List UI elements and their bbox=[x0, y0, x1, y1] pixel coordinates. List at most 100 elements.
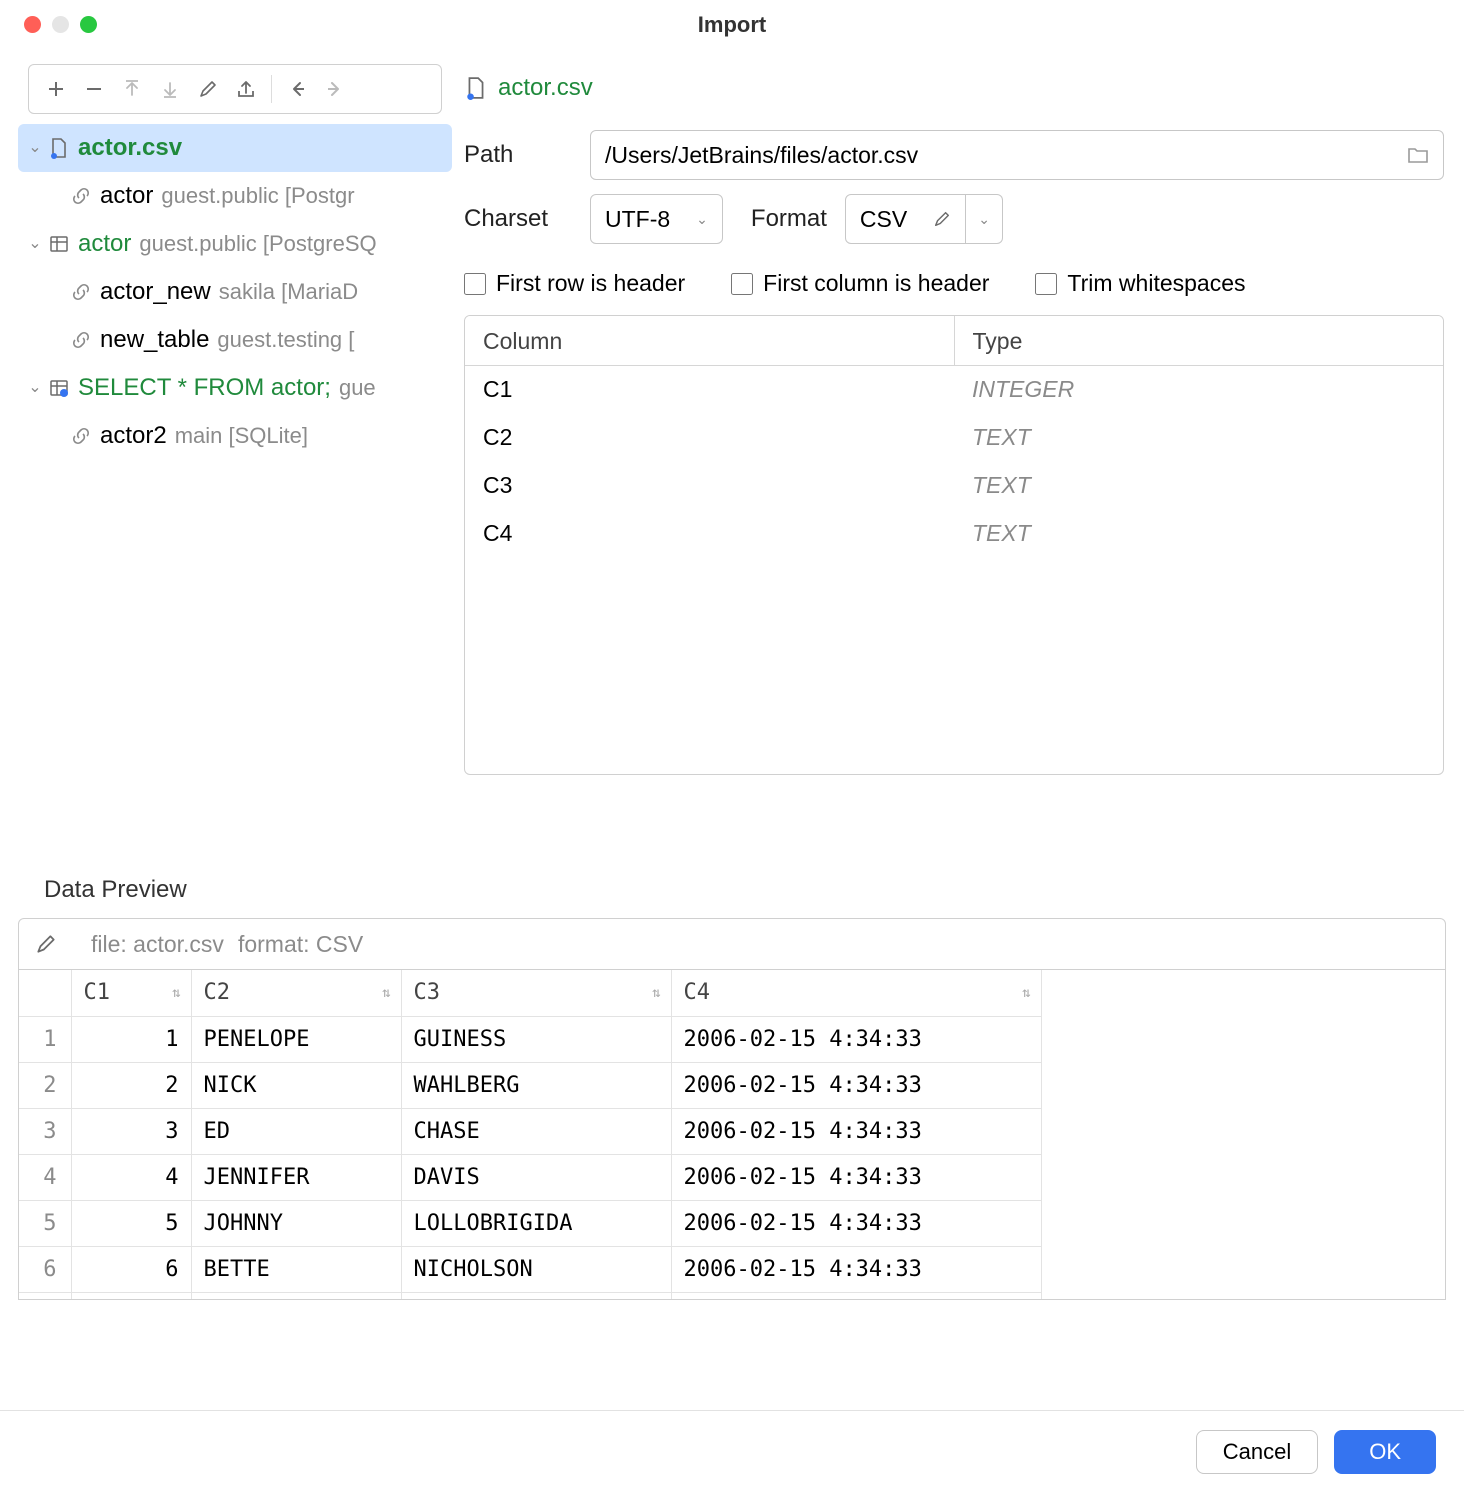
column-row[interactable]: C2TEXT bbox=[465, 414, 1443, 462]
row-number: 5 bbox=[19, 1200, 71, 1246]
file-csv-icon bbox=[46, 137, 72, 159]
preview-cell: 2006-02-15 4:34:33 bbox=[671, 1246, 1041, 1292]
row-number: 1 bbox=[19, 1016, 71, 1062]
window-minimize-button[interactable] bbox=[52, 16, 69, 33]
preview-row[interactable]: 33EDCHASE2006-02-15 4:34:33 bbox=[19, 1108, 1041, 1154]
checkbox-label: First row is header bbox=[496, 270, 685, 297]
move-up-button[interactable] bbox=[115, 72, 149, 106]
config-panel: actor.csv Path /Users/JetBrains/files/ac… bbox=[460, 60, 1464, 860]
preview-format-label: format: CSV bbox=[238, 931, 363, 958]
cancel-button[interactable]: Cancel bbox=[1196, 1430, 1318, 1474]
column-name: C4 bbox=[465, 510, 954, 558]
columns-table: Column Type C1INTEGERC2TEXTC3TEXTC4TEXT bbox=[464, 315, 1444, 775]
preview-cell: 5 bbox=[71, 1200, 191, 1246]
trim-whitespaces-checkbox[interactable]: Trim whitespaces bbox=[1035, 270, 1245, 297]
ok-button[interactable]: OK bbox=[1334, 1430, 1436, 1474]
edit-button[interactable] bbox=[191, 72, 225, 106]
tree-node-suffix: main [SQLite] bbox=[175, 412, 308, 460]
column-row[interactable]: C1INTEGER bbox=[465, 366, 1443, 414]
tree-node-actor-table[interactable]: ⌄ actor guest.public [PostgreSQ bbox=[18, 220, 452, 268]
path-input[interactable]: /Users/JetBrains/files/actor.csv bbox=[590, 130, 1444, 180]
preview-column-header[interactable]: C1⇅ bbox=[71, 970, 191, 1016]
preview-row[interactable]: 77GRACEMOSTEL2006-02-15 4:34:33 bbox=[19, 1292, 1041, 1300]
preview-cell: GUINESS bbox=[401, 1016, 671, 1062]
tree-node-actor-csv[interactable]: ⌄ actor.csv bbox=[18, 124, 452, 172]
preview-cell: 2006-02-15 4:34:33 bbox=[671, 1108, 1041, 1154]
pencil-icon[interactable] bbox=[933, 210, 951, 228]
sort-icon: ⇅ bbox=[1022, 985, 1030, 1001]
link-icon bbox=[68, 330, 94, 350]
checkbox-input[interactable] bbox=[464, 273, 486, 295]
column-type: TEXT bbox=[954, 414, 1443, 462]
tree-node-label: new_table bbox=[100, 316, 209, 364]
tree-node-label: actor_new bbox=[100, 268, 211, 316]
first-column-header-checkbox[interactable]: First column is header bbox=[731, 270, 989, 297]
format-label: Format bbox=[751, 205, 827, 233]
checkbox-input[interactable] bbox=[1035, 273, 1057, 295]
preview-file-label: file: actor.csv bbox=[91, 931, 224, 958]
tree-node-suffix: guest.public [Postgr bbox=[161, 172, 354, 220]
pencil-icon[interactable] bbox=[35, 933, 57, 955]
sort-icon: ⇅ bbox=[172, 985, 180, 1001]
tree-node-actor2[interactable]: actor2 main [SQLite] bbox=[18, 412, 452, 460]
column-header-name[interactable]: Column bbox=[465, 316, 955, 365]
preview-cell: 2 bbox=[71, 1062, 191, 1108]
data-preview-section: Data Preview file: actor.csv format: CSV… bbox=[0, 860, 1464, 1300]
column-row[interactable]: C3TEXT bbox=[465, 462, 1443, 510]
preview-column-header[interactable]: C3⇅ bbox=[401, 970, 671, 1016]
back-button[interactable] bbox=[280, 72, 314, 106]
preview-cell: 4 bbox=[71, 1154, 191, 1200]
add-button[interactable] bbox=[39, 72, 73, 106]
column-type: TEXT bbox=[954, 510, 1443, 558]
toolbar-separator bbox=[271, 75, 272, 103]
window-zoom-button[interactable] bbox=[80, 16, 97, 33]
column-header-type[interactable]: Type bbox=[955, 316, 1444, 365]
remove-button[interactable] bbox=[77, 72, 111, 106]
chevron-down-icon: ⌄ bbox=[24, 220, 46, 268]
checkbox-label: First column is header bbox=[763, 270, 989, 297]
column-row[interactable]: C4TEXT bbox=[465, 510, 1443, 558]
tree-node-query[interactable]: ⌄ SELECT * FROM actor; gue bbox=[18, 364, 452, 412]
tree[interactable]: ⌄ actor.csv actor guest.public [Postgr ⌄… bbox=[18, 122, 452, 460]
preview-cell: 1 bbox=[71, 1016, 191, 1062]
tree-node-new-table[interactable]: new_table guest.testing [ bbox=[18, 316, 452, 364]
forward-button[interactable] bbox=[318, 72, 352, 106]
checkbox-input[interactable] bbox=[731, 273, 753, 295]
tree-node-suffix: guest.testing [ bbox=[217, 316, 354, 364]
preview-row[interactable]: 66BETTENICHOLSON2006-02-15 4:34:33 bbox=[19, 1246, 1041, 1292]
preview-cell: 6 bbox=[71, 1246, 191, 1292]
column-name: C2 bbox=[465, 414, 954, 462]
tree-node-label: actor2 bbox=[100, 412, 167, 460]
charset-select[interactable]: UTF-8 ⌄ bbox=[590, 194, 723, 244]
row-number: 7 bbox=[19, 1292, 71, 1300]
preview-cell: ED bbox=[191, 1108, 401, 1154]
tree-node-actor-new[interactable]: actor_new sakila [MariaD bbox=[18, 268, 452, 316]
preview-row[interactable]: 44JENNIFERDAVIS2006-02-15 4:34:33 bbox=[19, 1154, 1041, 1200]
folder-icon[interactable] bbox=[1407, 144, 1429, 166]
preview-cell: 2006-02-15 4:34:33 bbox=[671, 1016, 1041, 1062]
path-label: Path bbox=[464, 141, 572, 169]
preview-cell: PENELOPE bbox=[191, 1016, 401, 1062]
preview-row[interactable]: 11PENELOPEGUINESS2006-02-15 4:34:33 bbox=[19, 1016, 1041, 1062]
window-close-button[interactable] bbox=[24, 16, 41, 33]
first-row-header-checkbox[interactable]: First row is header bbox=[464, 270, 685, 297]
file-csv-icon bbox=[464, 76, 488, 100]
tree-node-label: actor bbox=[78, 220, 131, 268]
charset-value: UTF-8 bbox=[605, 206, 670, 233]
format-dropdown-button[interactable]: ⌄ bbox=[966, 194, 1003, 244]
tree-node-suffix: gue bbox=[339, 364, 376, 412]
preview-row[interactable]: 55JOHNNYLOLLOBRIGIDA2006-02-15 4:34:33 bbox=[19, 1200, 1041, 1246]
preview-column-header[interactable]: C2⇅ bbox=[191, 970, 401, 1016]
format-select[interactable]: CSV bbox=[845, 194, 966, 244]
preview-cell: GRACE bbox=[191, 1292, 401, 1300]
tree-node-actor-mapping[interactable]: actor guest.public [Postgr bbox=[18, 172, 452, 220]
chevron-down-icon: ⌄ bbox=[24, 364, 46, 412]
move-down-button[interactable] bbox=[153, 72, 187, 106]
preview-cell: CHASE bbox=[401, 1108, 671, 1154]
preview-row[interactable]: 22NICKWAHLBERG2006-02-15 4:34:33 bbox=[19, 1062, 1041, 1108]
export-button[interactable] bbox=[229, 72, 263, 106]
tree-node-label: actor.csv bbox=[78, 124, 182, 172]
preview-column-header[interactable]: C4⇅ bbox=[671, 970, 1041, 1016]
row-number: 2 bbox=[19, 1062, 71, 1108]
row-number: 4 bbox=[19, 1154, 71, 1200]
